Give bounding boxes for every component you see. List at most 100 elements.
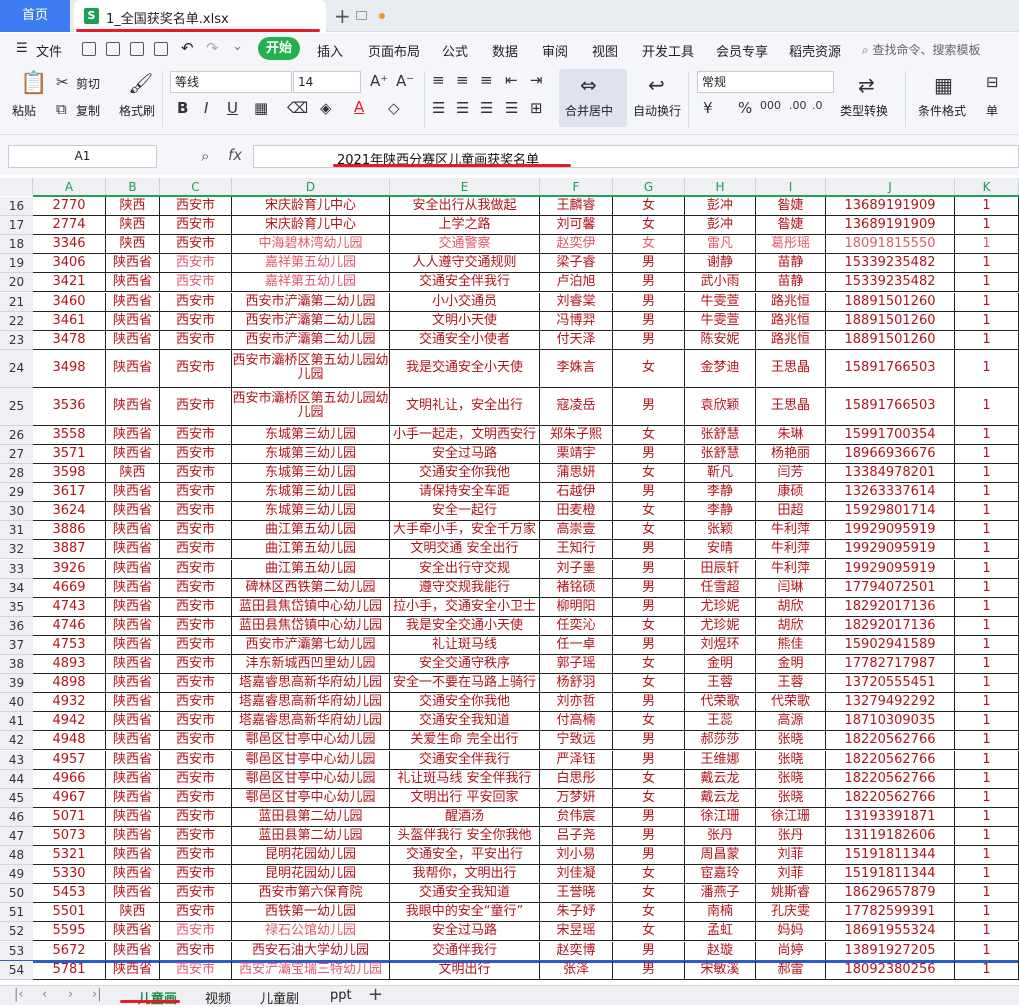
table-cell[interactable]: 小小交通员 (390, 292, 540, 312)
table-cell[interactable]: 西安市 (160, 922, 232, 942)
row-header[interactable]: 49 (0, 865, 33, 885)
table-cell[interactable]: 宋庆龄育儿中心 (232, 197, 390, 217)
table-cell[interactable]: 15339235482 (826, 254, 955, 274)
table-cell[interactable]: 人人遵守交通规则 (390, 254, 540, 274)
table-cell[interactable]: 昆明花园幼儿园 (232, 865, 390, 885)
table-cell[interactable]: 武小雨 (685, 273, 756, 293)
table-cell[interactable]: 1 (955, 712, 1019, 732)
table-cell[interactable]: 王蕊 (685, 712, 756, 732)
table-cell[interactable]: 牛利萍 (756, 521, 826, 541)
table-cell[interactable]: 南楠 (685, 903, 756, 923)
table-cell[interactable]: 陕西 (106, 216, 160, 236)
table-cell[interactable]: 男 (613, 750, 685, 770)
row-header[interactable]: 18 (0, 235, 33, 255)
table-cell[interactable]: 3624 (33, 502, 106, 522)
table-cell[interactable]: 1 (955, 349, 1019, 388)
table-cell[interactable]: 西安浐灞宝瑞三特幼儿园 (232, 960, 390, 980)
table-cell[interactable]: 18891501260 (826, 330, 955, 350)
menu-file[interactable]: 文件 (36, 41, 62, 60)
align-bottom-icon[interactable]: ≡ (480, 71, 493, 89)
column-header-a[interactable]: A (33, 178, 106, 196)
table-cell[interactable]: 梁子睿 (540, 254, 613, 274)
table-cell[interactable]: 西安市 (160, 807, 232, 827)
table-cell[interactable]: 4942 (33, 712, 106, 732)
table-cell[interactable]: 西安市 (160, 464, 232, 484)
table-cell[interactable]: 张舒慧 (685, 444, 756, 464)
hamburger-icon[interactable]: ☰ (16, 41, 28, 56)
table-cell[interactable]: 交通伴我行 (390, 941, 540, 961)
cell-style-icon[interactable]: ⊟ (986, 73, 999, 91)
table-cell[interactable]: 牛雯萱 (685, 311, 756, 331)
row-header[interactable]: 24 (0, 349, 33, 388)
table-cell[interactable]: 曲江第五幼儿园 (232, 559, 390, 579)
row-header[interactable]: 26 (0, 425, 33, 445)
row-header[interactable]: 53 (0, 941, 33, 961)
column-header-d[interactable]: D (232, 178, 390, 196)
column-header-b[interactable]: B (106, 178, 160, 196)
table-cell[interactable]: 刘佳凝 (540, 865, 613, 885)
table-cell[interactable]: 西安市 (160, 425, 232, 445)
table-cell[interactable]: 3498 (33, 349, 106, 388)
table-cell[interactable]: 陕西省 (106, 674, 160, 694)
single-button[interactable]: 单 (986, 102, 998, 119)
table-cell[interactable]: 女 (613, 197, 685, 217)
table-cell[interactable]: 东城第三幼儿园 (232, 425, 390, 445)
currency-icon[interactable]: ¥ (703, 99, 713, 117)
table-cell[interactable]: 陕西省 (106, 254, 160, 274)
table-cell[interactable]: 金梦迪 (685, 349, 756, 388)
table-cell[interactable]: 女 (613, 712, 685, 732)
table-cell[interactable]: 宋昱瑶 (540, 922, 613, 942)
table-cell[interactable]: 男 (613, 807, 685, 827)
table-cell[interactable]: 刘菲 (756, 846, 826, 866)
table-cell[interactable]: 陕西 (106, 197, 160, 217)
table-cell[interactable]: 5781 (33, 960, 106, 980)
table-cell[interactable]: 1 (955, 273, 1019, 293)
scissors-icon[interactable]: ✂ (56, 73, 69, 91)
table-cell[interactable]: 嘉祥第五幼儿园 (232, 254, 390, 274)
row-header[interactable]: 20 (0, 273, 33, 293)
table-cell[interactable]: 西安市 (160, 769, 232, 789)
table-cell[interactable]: 5595 (33, 922, 106, 942)
indent-decrease-icon[interactable]: ⇤ (505, 71, 518, 89)
increase-decimal-icon[interactable]: .00 (789, 99, 807, 112)
table-cell[interactable]: 安全交通守秩序 (390, 655, 540, 675)
table-cell[interactable]: 朱子妤 (540, 903, 613, 923)
table-cell[interactable]: 交通安全我知道 (390, 712, 540, 732)
table-cell[interactable]: 王誉晓 (540, 884, 613, 904)
table-cell[interactable]: 东城第三幼儿园 (232, 444, 390, 464)
table-cell[interactable]: 安晴 (685, 540, 756, 560)
align-middle-icon[interactable]: ≡ (456, 71, 469, 89)
align-right-icon[interactable]: ☰ (480, 99, 493, 117)
table-cell[interactable]: 西安市 (160, 254, 232, 274)
table-cell[interactable]: 陕西省 (106, 521, 160, 541)
table-cell[interactable]: 陕西省 (106, 578, 160, 598)
table-cell[interactable]: 3617 (33, 483, 106, 503)
table-cell[interactable]: 西安市 (160, 903, 232, 923)
table-cell[interactable]: 刘菲 (756, 865, 826, 885)
table-cell[interactable]: 付高楠 (540, 712, 613, 732)
table-cell[interactable]: 陕西省 (106, 865, 160, 885)
table-cell[interactable]: 塔嘉睿思高新华府幼儿园 (232, 674, 390, 694)
table-cell[interactable]: 西安市 (160, 865, 232, 885)
table-cell[interactable]: 5330 (33, 865, 106, 885)
table-cell[interactable]: 1 (955, 865, 1019, 885)
table-cell[interactable]: 姚斯睿 (756, 884, 826, 904)
table-cell[interactable]: 3461 (33, 311, 106, 331)
table-cell[interactable]: 刘小易 (540, 846, 613, 866)
table-cell[interactable]: 女 (613, 464, 685, 484)
table-cell[interactable]: 男 (613, 559, 685, 579)
merge-icon[interactable]: ⇔ (580, 73, 597, 97)
row-header[interactable]: 47 (0, 826, 33, 846)
table-cell[interactable]: 关爱生命 完全出行 (390, 731, 540, 751)
table-cell[interactable]: 田超 (756, 502, 826, 522)
table-cell[interactable]: 嘉祥第五幼儿园 (232, 273, 390, 293)
italic-icon[interactable]: I (204, 99, 208, 117)
table-cell[interactable]: 西安市灞桥区第五幼儿园幼儿园 (232, 387, 390, 426)
table-cell[interactable]: 陕西省 (106, 712, 160, 732)
table-cell[interactable]: 牛雯萱 (685, 292, 756, 312)
table-cell[interactable]: 闫芳 (756, 464, 826, 484)
table-cell[interactable]: 1 (955, 788, 1019, 808)
row-header[interactable]: 28 (0, 464, 33, 484)
table-cell[interactable]: 昝婕 (756, 197, 826, 217)
table-cell[interactable]: 15991700354 (826, 425, 955, 445)
